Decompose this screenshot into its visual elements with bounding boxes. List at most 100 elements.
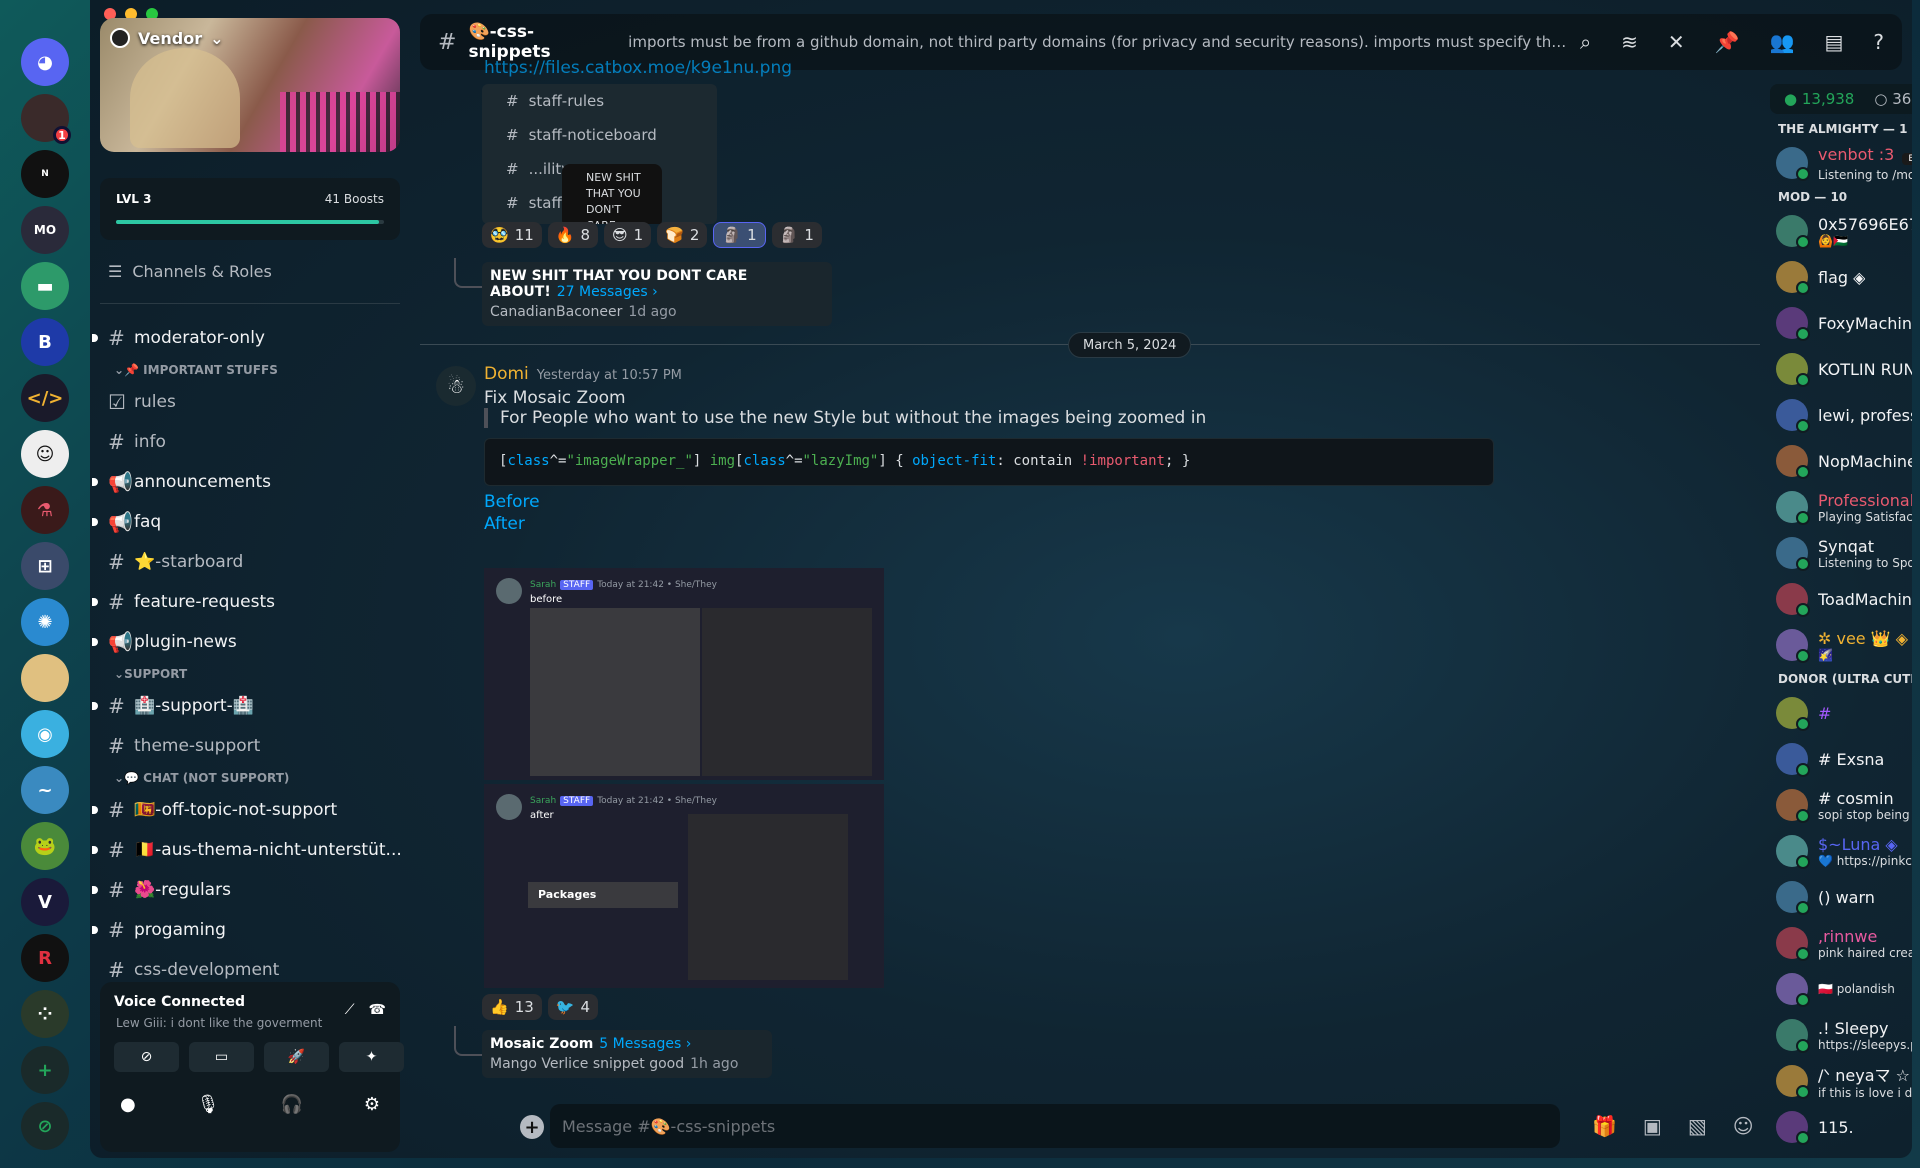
attach-plus-button[interactable]: + xyxy=(520,1115,544,1139)
server-icon-nothing[interactable]: N xyxy=(21,150,69,198)
avatar[interactable] xyxy=(1776,835,1810,869)
settings-gear-icon[interactable]: ⚙ xyxy=(364,1094,380,1115)
after-image[interactable]: Sarah STAFF Today at 21:42 • She/They afte… xyxy=(484,784,884,988)
member-item[interactable]: flag ◈ xyxy=(1766,254,1912,300)
code-server-icon[interactable]: </> xyxy=(21,374,69,422)
pin-icon[interactable]: 📌 xyxy=(1715,30,1740,54)
server-icon-r[interactable]: R xyxy=(21,934,69,982)
server-icon-vendor[interactable]: ☺ xyxy=(21,430,69,478)
folder-icon[interactable]: ▬ xyxy=(21,262,69,310)
member-item[interactable]: FoxyMachine xyxy=(1766,300,1912,346)
member-item[interactable]: Professional PR R...Playing Satisfactory xyxy=(1766,484,1912,530)
after-link[interactable]: After xyxy=(484,514,525,534)
avatar[interactable] xyxy=(1776,927,1810,961)
search-icon[interactable]: ⌕ xyxy=(1580,30,1591,54)
server-icon-v[interactable]: V xyxy=(21,878,69,926)
server-icon-mo[interactable]: MO xyxy=(21,206,69,254)
server-icon-bd[interactable]: B xyxy=(21,318,69,366)
thread-preview[interactable]: NEW SHIT THAT YOU DONT CARE ABOUT! 27 Mes… xyxy=(482,262,832,326)
member-item[interactable]: venbot :3 BOT Listening to /modmail xyxy=(1766,140,1912,186)
image-link[interactable]: https://files.catbox.moe/k9e1nu.png xyxy=(484,58,792,78)
channel-item[interactable]: 📢 announcements xyxy=(90,462,410,502)
avatar[interactable] xyxy=(1776,973,1810,1007)
member-item[interactable]: 🇵🇱 polandish xyxy=(1766,966,1912,1012)
avatar[interactable] xyxy=(1776,399,1810,433)
channel-item[interactable]: 📢 faq xyxy=(90,502,410,542)
channel-category[interactable]: ⌄ SUPPORT xyxy=(90,662,410,686)
server-folder-icon[interactable]: ⁘ xyxy=(21,990,69,1038)
channel-item[interactable]: # info xyxy=(90,422,410,462)
channel-item[interactable]: # ⭐-starboard xyxy=(90,542,410,582)
channel-item[interactable]: ☑ rules xyxy=(90,382,410,422)
channel-item[interactable]: # 🇧🇪-aus-thema-nicht-unterstüt... xyxy=(90,830,410,870)
activity-button[interactable]: 🚀 xyxy=(264,1042,329,1072)
member-item[interactable]: /ᐠ neyaマ ☆ ◈if this is love i don... xyxy=(1766,1058,1912,1104)
thread-preview[interactable]: Mosaic Zoom 5 Messages › Mango Verlice sn… xyxy=(482,1030,772,1078)
frog-server-icon[interactable]: 🐸 xyxy=(21,822,69,870)
avatar[interactable] xyxy=(1776,491,1810,525)
avatar[interactable] xyxy=(1776,353,1810,387)
channel-item[interactable]: # 🏥-support-🏥 xyxy=(90,686,410,726)
add-server-icon[interactable]: + xyxy=(21,1046,69,1094)
server-icon-grid[interactable]: ⊞ xyxy=(21,542,69,590)
headphones-icon[interactable]: 🎧 xyxy=(280,1094,302,1115)
camera-off-button[interactable]: ⊘ xyxy=(114,1042,179,1072)
discord-home-icon[interactable]: ◕ xyxy=(21,38,69,86)
channels-roles-link[interactable]: ☰ Channels & Roles xyxy=(108,262,272,281)
avatar[interactable] xyxy=(1776,629,1810,663)
member-item[interactable]: 115. xyxy=(1766,1104,1912,1150)
channel-category[interactable]: ⌄ 💬 CHAT (NOT SUPPORT) xyxy=(90,766,410,790)
reaction-button[interactable]: 🍞 2 xyxy=(657,222,708,248)
server-icon-blue[interactable]: ✺ xyxy=(21,598,69,646)
avatar[interactable] xyxy=(1776,1111,1810,1145)
avatar[interactable] xyxy=(1776,147,1810,181)
channel-item[interactable]: 📢 plugin-news xyxy=(90,622,410,662)
member-item[interactable]: # Exsna xyxy=(1766,736,1912,782)
avatar[interactable] xyxy=(1776,537,1810,571)
message-input[interactable]: Message #🎨-css-snippets xyxy=(550,1104,1560,1148)
before-image[interactable]: Sarah STAFF Today at 21:42 • She/They befo… xyxy=(484,568,884,780)
disconnect-icon[interactable]: ☎ xyxy=(369,1002,386,1018)
channel-item[interactable]: # progaming xyxy=(90,910,410,950)
member-item[interactable]: NopMachine xyxy=(1766,438,1912,484)
reaction-button[interactable]: 🥸 11 xyxy=(482,222,542,248)
avatar[interactable] xyxy=(1776,1065,1810,1099)
reaction-button[interactable]: 🐦 4 xyxy=(547,994,599,1020)
avatar[interactable] xyxy=(1776,307,1810,341)
channel-item[interactable]: # moderator-only xyxy=(90,318,410,358)
screen-share-button[interactable]: ▭ xyxy=(189,1042,254,1072)
avatar[interactable] xyxy=(1776,583,1810,617)
gif-icon[interactable]: ▣ xyxy=(1643,1114,1662,1138)
channel-item[interactable]: # theme-support xyxy=(90,726,410,766)
embedded-screenshot[interactable]: # staff-rules # staff-noticeboard # ...ility #… xyxy=(482,84,717,224)
soundboard-button[interactable]: ✦ xyxy=(339,1042,404,1072)
sticker-icon[interactable]: ▧ xyxy=(1688,1114,1707,1138)
channel-item[interactable]: # feature-requests xyxy=(90,582,410,622)
members-icon[interactable]: 👥 xyxy=(1770,30,1795,54)
noise-icon[interactable]: ⟋ xyxy=(345,1002,355,1018)
server-icon-planet[interactable]: ◉ xyxy=(21,710,69,758)
emoji-icon[interactable]: ☺ xyxy=(1733,1114,1754,1138)
member-item[interactable]: $~Luna ◈💙 https://pinkcloud.stu... xyxy=(1766,828,1912,874)
avatar[interactable] xyxy=(1776,215,1810,249)
thread-count[interactable]: 5 Messages › xyxy=(599,1036,691,1052)
server-icon-sketch[interactable]: ~ xyxy=(21,766,69,814)
message-author[interactable]: Domi xyxy=(484,364,529,384)
avatar[interactable] xyxy=(1776,743,1810,777)
channel-item[interactable]: # 🌺-regulars xyxy=(90,870,410,910)
help-icon[interactable]: ? xyxy=(1873,30,1884,54)
avatar[interactable] xyxy=(1776,1019,1810,1053)
member-item[interactable]: ✲ vee 👑 ◈ 🌠 xyxy=(1766,622,1912,668)
avatar[interactable] xyxy=(1776,261,1810,295)
member-item[interactable]: # xyxy=(1766,690,1912,736)
server-banner[interactable]: Vendor ⌄ xyxy=(100,18,400,152)
member-item[interactable]: lewi, professio... ◈ xyxy=(1766,392,1912,438)
channel-topic[interactable]: imports must be from a github domain, no… xyxy=(628,33,1568,51)
avatar[interactable] xyxy=(1776,697,1810,731)
gift-icon[interactable]: 🎁 xyxy=(1592,1114,1617,1138)
member-item[interactable]: ToadMachine xyxy=(1766,576,1912,622)
server-icon-dm[interactable]: 1 xyxy=(21,94,71,144)
avatar[interactable]: ☃ xyxy=(436,366,476,406)
member-item[interactable]: .! Sleepyhttps://sleepys.pet xyxy=(1766,1012,1912,1058)
member-item[interactable]: KOTLIN RUNS N... xyxy=(1766,346,1912,392)
